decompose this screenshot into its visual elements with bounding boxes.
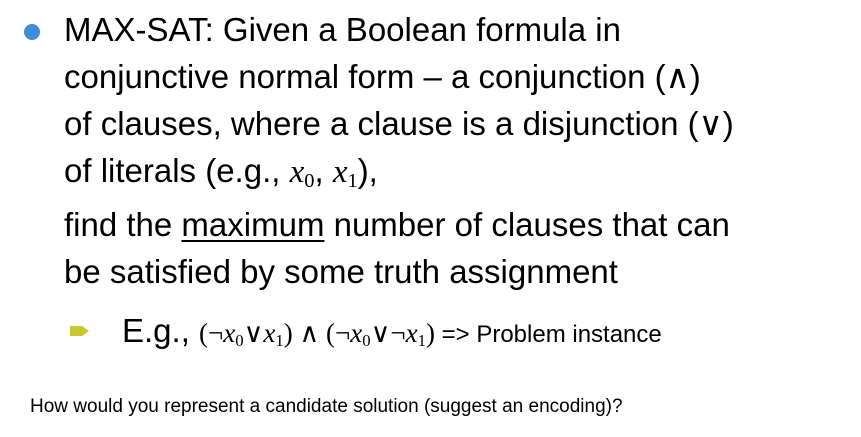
text: ), [357, 152, 378, 189]
text-line-2: conjunctive normal form – a conjunction … [64, 58, 701, 95]
question-text: How would you represent a candidate solu… [30, 396, 623, 417]
text: of literals (e.g., [64, 152, 290, 189]
literal-x1: x1 [332, 154, 358, 193]
underlined-maximum: maximum [181, 206, 325, 243]
problem-instance-text: => Problem instance [434, 321, 662, 348]
text: , [314, 152, 333, 189]
text-line-1: MAX-SAT: Given a Boolean formula in [64, 11, 621, 48]
text-line-5: find the maximum number of clauses that … [64, 206, 730, 243]
example-label: E.g., [122, 312, 190, 349]
literal-x0: x0 [289, 154, 315, 193]
example-line: E.g., (¬x0∨x1) ∧ (¬x0∨¬x1) => Problem in… [122, 307, 662, 364]
text-line-4: of literals (e.g., x0, x1), [64, 147, 378, 205]
example-formula: (¬x0∨x1) ∧ (¬x0∨¬x1) [199, 318, 435, 351]
text-line-3: of clauses, where a clause is a disjunct… [64, 105, 734, 142]
bullet-dot-icon [24, 24, 40, 40]
text-line-6: be satisfied by some truth assignment [64, 253, 618, 290]
